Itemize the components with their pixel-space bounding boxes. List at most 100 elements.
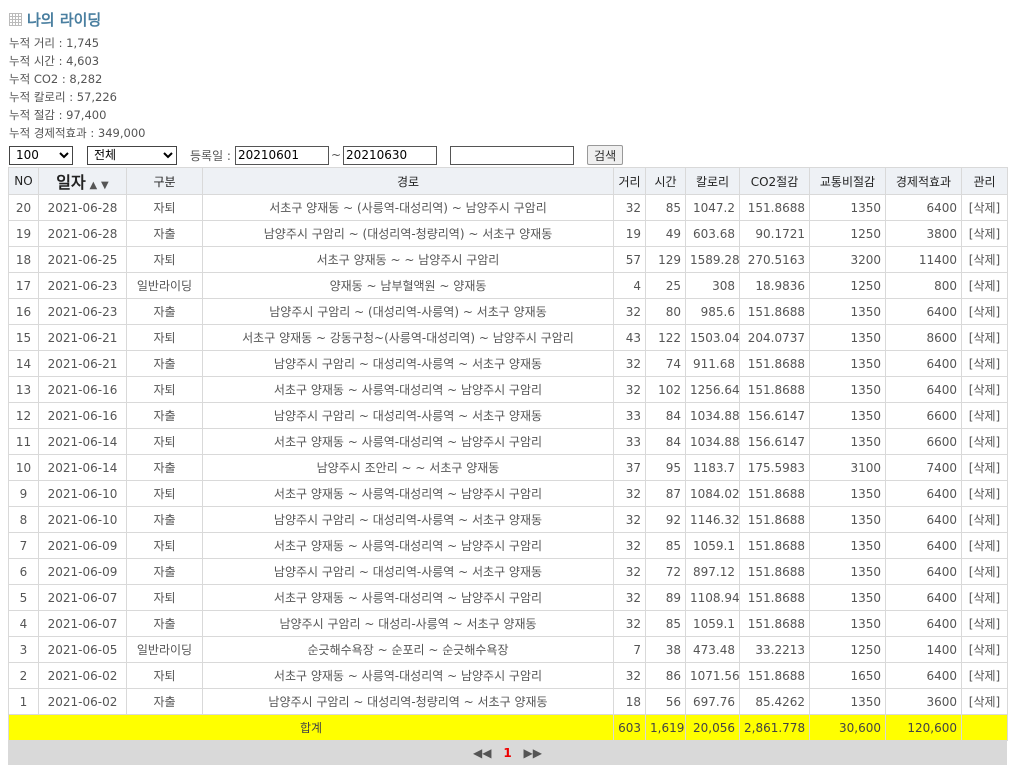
delete-link[interactable]: [삭제] [961, 428, 1008, 455]
sort-down-icon[interactable]: ▼ [101, 180, 109, 191]
date-label: 등록일 : [190, 148, 231, 163]
delete-link[interactable]: [삭제] [961, 454, 1008, 481]
delete-link[interactable]: [삭제] [961, 194, 1008, 221]
cell-date: 2021-06-02 [38, 662, 127, 689]
cell-type: 일반라이딩 [126, 636, 203, 663]
col-date[interactable]: 일자 ▲ ▼ [38, 167, 127, 195]
cell-co2: 151.8688 [739, 584, 810, 611]
cell-distance: 32 [613, 194, 646, 221]
cell-economic: 6400 [885, 662, 962, 689]
delete-link[interactable]: [삭제] [961, 324, 1008, 351]
cell-economic: 3600 [885, 688, 962, 715]
cell-distance: 57 [613, 246, 646, 273]
sort-up-icon[interactable]: ▲ [90, 180, 98, 191]
delete-link[interactable]: [삭제] [961, 272, 1008, 299]
stat-co2: 누적 CO2 : 8,282 [9, 72, 103, 86]
delete-link[interactable]: [삭제] [961, 506, 1008, 533]
cell-time: 38 [645, 636, 686, 663]
cell-calorie: 1034.88 [685, 428, 740, 455]
cell-distance: 33 [613, 428, 646, 455]
delete-link[interactable]: [삭제] [961, 298, 1008, 325]
date-from-input[interactable] [234, 145, 329, 165]
cell-transport: 1350 [809, 194, 886, 221]
cell-route: 남양주시 구암리 ~ 대성리역-사릉역 ~ 서초구 양재동 [202, 350, 614, 377]
cell-calorie: 1059.1 [685, 532, 740, 559]
delete-link[interactable]: [삭제] [961, 220, 1008, 247]
cell-type: 자퇴 [126, 532, 203, 559]
cell-date: 2021-06-09 [38, 532, 127, 559]
cell-economic: 6400 [885, 506, 962, 533]
cell-calorie: 985.6 [685, 298, 740, 325]
delete-link[interactable]: [삭제] [961, 376, 1008, 403]
cell-economic: 6400 [885, 376, 962, 403]
cell-transport: 1350 [809, 376, 886, 403]
cell-transport: 1350 [809, 506, 886, 533]
delete-link[interactable]: [삭제] [961, 402, 1008, 429]
table-row: 17 2021-06-23 일반라이딩 양재동 ~ 남부혈액원 ~ 양재동 4 25 308… [8, 272, 1008, 299]
total-calorie: 20,056 [685, 714, 740, 741]
delete-link[interactable]: [삭제] [961, 558, 1008, 585]
delete-link[interactable]: [삭제] [961, 584, 1008, 611]
search-button[interactable]: 검색 [587, 145, 624, 165]
keyword-input[interactable] [450, 145, 575, 165]
cell-type: 자출 [126, 454, 203, 481]
current-page[interactable]: 1 [503, 746, 511, 760]
cell-transport: 1250 [809, 272, 886, 299]
category-select[interactable]: 전체 [87, 145, 177, 165]
stat-calorie: 누적 칼로리 : 57,226 [9, 90, 117, 104]
cell-distance: 32 [613, 480, 646, 507]
grid-icon [9, 13, 22, 26]
cell-no: 12 [8, 402, 39, 429]
table-row: 4 2021-06-07 자출 남양주시 구암리 ~ 대성리-사릉역 ~ 서초구 양재… [8, 610, 1008, 637]
delete-link[interactable]: [삭제] [961, 662, 1008, 689]
cell-no: 6 [8, 558, 39, 585]
cell-economic: 6400 [885, 194, 962, 221]
cell-date: 2021-06-23 [38, 298, 127, 325]
table-row: 11 2021-06-14 자퇴 서초구 양재동 ~ 사릉역-대성리역 ~ 남양주시 … [8, 428, 1008, 455]
cell-calorie: 1183.7 [685, 454, 740, 481]
page-size-select[interactable]: 100 [9, 145, 73, 165]
cell-time: 87 [645, 480, 686, 507]
cell-date: 2021-06-16 [38, 376, 127, 403]
cell-co2: 156.6147 [739, 402, 810, 429]
col-date-label[interactable]: 일자 [56, 173, 85, 192]
next-page-icon[interactable]: ▶▶ [524, 746, 542, 760]
cell-date: 2021-06-10 [38, 480, 127, 507]
cell-economic: 6400 [885, 584, 962, 611]
date-to-input[interactable] [343, 145, 438, 165]
cell-time: 122 [645, 324, 686, 351]
cell-transport: 1350 [809, 298, 886, 325]
cell-type: 자출 [126, 298, 203, 325]
delete-link[interactable]: [삭제] [961, 480, 1008, 507]
delete-link[interactable]: [삭제] [961, 350, 1008, 377]
cell-no: 11 [8, 428, 39, 455]
cell-type: 자퇴 [126, 584, 203, 611]
cell-co2: 33.2213 [739, 636, 810, 663]
cell-type: 자출 [126, 506, 203, 533]
cell-time: 85 [645, 194, 686, 221]
cell-date: 2021-06-07 [38, 584, 127, 611]
cell-distance: 32 [613, 532, 646, 559]
cell-route: 서초구 양재동 ~ 사릉역-대성리역 ~ 남양주시 구암리 [202, 428, 614, 455]
cell-no: 3 [8, 636, 39, 663]
cell-route: 남양주시 구암리 ~ 대성리역-청량리역 ~ 서초구 양재동 [202, 688, 614, 715]
delete-link[interactable]: [삭제] [961, 532, 1008, 559]
cell-route: 서초구 양재동 ~ 사릉역-대성리역 ~ 남양주시 구암리 [202, 584, 614, 611]
cell-no: 20 [8, 194, 39, 221]
cell-economic: 6600 [885, 402, 962, 429]
cell-economic: 1400 [885, 636, 962, 663]
stat-economic: 누적 경제적효과 : 349,000 [9, 126, 146, 140]
table-row: 10 2021-06-14 자출 남양주시 조안리 ~ ~ 서초구 양재동 37 95 11… [8, 454, 1008, 481]
delete-link[interactable]: [삭제] [961, 610, 1008, 637]
cell-transport: 1350 [809, 610, 886, 637]
cell-date: 2021-06-10 [38, 506, 127, 533]
delete-link[interactable]: [삭제] [961, 636, 1008, 663]
cell-co2: 151.8688 [739, 662, 810, 689]
cell-transport: 1350 [809, 350, 886, 377]
delete-link[interactable]: [삭제] [961, 246, 1008, 273]
prev-page-icon[interactable]: ◀◀ [473, 746, 491, 760]
delete-link[interactable]: [삭제] [961, 688, 1008, 715]
col-co2: CO2절감 [739, 167, 810, 195]
table-row: 1 2021-06-02 자출 남양주시 구암리 ~ 대성리역-청량리역 ~ 서초구 … [8, 688, 1008, 715]
cell-date: 2021-06-21 [38, 350, 127, 377]
